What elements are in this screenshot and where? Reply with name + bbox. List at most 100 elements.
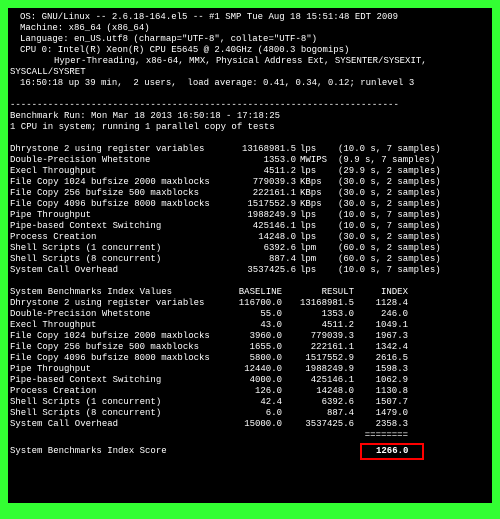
benchmark-value: 1517552.9	[220, 199, 296, 210]
score-label: System Benchmarks Index Score	[10, 446, 226, 457]
benchmark-time: (60.0 s, 2 samples)	[330, 254, 441, 265]
benchmark-value: 1353.0	[220, 155, 296, 166]
benchmark-row: File Copy 256 bufsize 500 maxblocks22216…	[10, 188, 490, 199]
index-result: 4511.2	[282, 320, 354, 331]
benchmark-time: (10.0 s, 7 samples)	[330, 210, 441, 221]
index-result: 779039.3	[282, 331, 354, 342]
benchmark-row: File Copy 4096 bufsize 8000 maxblocks151…	[10, 199, 490, 210]
benchmark-row: Pipe Throughput1988249.9lps(10.0 s, 7 sa…	[10, 210, 490, 221]
index-index: 1479.0	[354, 408, 408, 419]
benchmark-name: Shell Scripts (8 concurrent)	[10, 254, 220, 265]
cpu-line: CPU 0: Intel(R) Xeon(R) CPU E5645 @ 2.40…	[10, 45, 490, 56]
index-row: Double-Precision Whetstone55.01353.0246.…	[10, 309, 490, 320]
index-index: 1342.4	[354, 342, 408, 353]
index-name: System Call Overhead	[10, 419, 226, 430]
benchmark-time: (30.0 s, 2 samples)	[330, 199, 441, 210]
benchmark-unit: lps	[296, 210, 330, 221]
index-baseline: 3960.0	[226, 331, 282, 342]
benchmark-name: File Copy 4096 bufsize 8000 maxblocks	[10, 199, 220, 210]
benchmark-row: System Call Overhead3537425.6lps(10.0 s,…	[10, 265, 490, 276]
index-name: Shell Scripts (1 concurrent)	[10, 397, 226, 408]
index-index: 1062.9	[354, 375, 408, 386]
cpu-count-line: 1 CPU in system; running 1 parallel copy…	[10, 122, 490, 133]
benchmark-name: File Copy 1024 bufsize 2000 maxblocks	[10, 177, 220, 188]
benchmark-value: 779039.3	[220, 177, 296, 188]
index-name: Process Creation	[10, 386, 226, 397]
benchmark-name: Pipe Throughput	[10, 210, 220, 221]
benchmark-name: System Call Overhead	[10, 265, 220, 276]
benchmark-name: Pipe-based Context Switching	[10, 221, 220, 232]
index-index: 246.0	[354, 309, 408, 320]
benchmark-unit: lps	[296, 144, 330, 155]
benchmark-time: (29.9 s, 2 samples)	[330, 166, 441, 177]
index-result: 3537425.6	[282, 419, 354, 430]
benchmark-unit: lpm	[296, 243, 330, 254]
separator-line: ----------------------------------------…	[10, 100, 490, 111]
uptime-line: 16:50:18 up 39 min, 2 users, load averag…	[10, 78, 490, 89]
cpu-features-line: Hyper-Threading, x86-64, MMX, Physical A…	[10, 56, 490, 67]
index-baseline: 55.0	[226, 309, 282, 320]
terminal-window: OS: GNU/Linux -- 2.6.18-164.el5 -- #1 SM…	[8, 8, 492, 503]
index-row: Shell Scripts (1 concurrent)42.46392.615…	[10, 397, 490, 408]
index-row: Dhrystone 2 using register variables1167…	[10, 298, 490, 309]
index-row: File Copy 4096 bufsize 8000 maxblocks580…	[10, 353, 490, 364]
index-index: 1598.3	[354, 364, 408, 375]
benchmark-name: Shell Scripts (1 concurrent)	[10, 243, 220, 254]
index-result: 1988249.9	[282, 364, 354, 375]
benchmark-time: (30.0 s, 2 samples)	[330, 177, 441, 188]
index-values-block: Dhrystone 2 using register variables1167…	[10, 298, 490, 430]
benchmark-unit: KBps	[296, 177, 330, 188]
index-index: 1507.7	[354, 397, 408, 408]
benchmark-row: Execl Throughput4511.2lps(29.9 s, 2 samp…	[10, 166, 490, 177]
index-result: 6392.6	[282, 397, 354, 408]
index-baseline: 42.4	[226, 397, 282, 408]
benchmark-time: (10.0 s, 7 samples)	[330, 144, 441, 155]
benchmark-name: Execl Throughput	[10, 166, 220, 177]
index-header-row: System Benchmarks Index Values BASELINE …	[10, 287, 490, 298]
benchmark-unit: lps	[296, 166, 330, 177]
benchmark-unit: lpm	[296, 254, 330, 265]
index-baseline: 1655.0	[226, 342, 282, 353]
index-header-index: INDEX	[354, 287, 408, 298]
index-result: 1517552.9	[282, 353, 354, 364]
index-baseline: 12440.0	[226, 364, 282, 375]
benchmark-time: (30.0 s, 2 samples)	[330, 232, 441, 243]
index-row: Pipe-based Context Switching4000.0425146…	[10, 375, 490, 386]
index-row: Process Creation126.014248.01130.8	[10, 386, 490, 397]
index-result: 222161.1	[282, 342, 354, 353]
benchmark-unit: lps	[296, 265, 330, 276]
index-name: Pipe-based Context Switching	[10, 375, 226, 386]
index-row: System Call Overhead15000.03537425.62358…	[10, 419, 490, 430]
index-result: 13168981.5	[282, 298, 354, 309]
benchmark-value: 14248.0	[220, 232, 296, 243]
index-baseline: 4000.0	[226, 375, 282, 386]
index-baseline: 116700.0	[226, 298, 282, 309]
benchmark-value: 6392.6	[220, 243, 296, 254]
score-dashes-row: ========	[10, 430, 490, 441]
benchmark-time: (30.0 s, 2 samples)	[330, 188, 441, 199]
index-name: File Copy 256 bufsize 500 maxblocks	[10, 342, 226, 353]
benchmark-row: Pipe-based Context Switching425146.1lps(…	[10, 221, 490, 232]
index-baseline: 15000.0	[226, 419, 282, 430]
index-index: 2616.5	[354, 353, 408, 364]
index-baseline: 43.0	[226, 320, 282, 331]
benchmark-unit: MWIPS	[296, 155, 330, 166]
index-row: Pipe Throughput12440.01988249.91598.3	[10, 364, 490, 375]
score-row: System Benchmarks Index Score 1266.0	[10, 443, 490, 460]
benchmark-value: 887.4	[220, 254, 296, 265]
score-value-box: 1266.0	[360, 443, 424, 460]
benchmark-value: 425146.1	[220, 221, 296, 232]
index-index: 1130.8	[354, 386, 408, 397]
index-result: 1353.0	[282, 309, 354, 320]
index-row: Shell Scripts (8 concurrent)6.0887.41479…	[10, 408, 490, 419]
index-index: 1967.3	[354, 331, 408, 342]
benchmark-results-block: Dhrystone 2 using register variables1316…	[10, 144, 490, 276]
benchmark-unit: lps	[296, 221, 330, 232]
benchmark-row: Dhrystone 2 using register variables1316…	[10, 144, 490, 155]
index-baseline: 126.0	[226, 386, 282, 397]
index-header-result: RESULT	[282, 287, 354, 298]
benchmark-row: Double-Precision Whetstone1353.0MWIPS(9.…	[10, 155, 490, 166]
benchmark-value: 4511.2	[220, 166, 296, 177]
benchmark-time: (10.0 s, 7 samples)	[330, 265, 441, 276]
benchmark-value: 1988249.9	[220, 210, 296, 221]
